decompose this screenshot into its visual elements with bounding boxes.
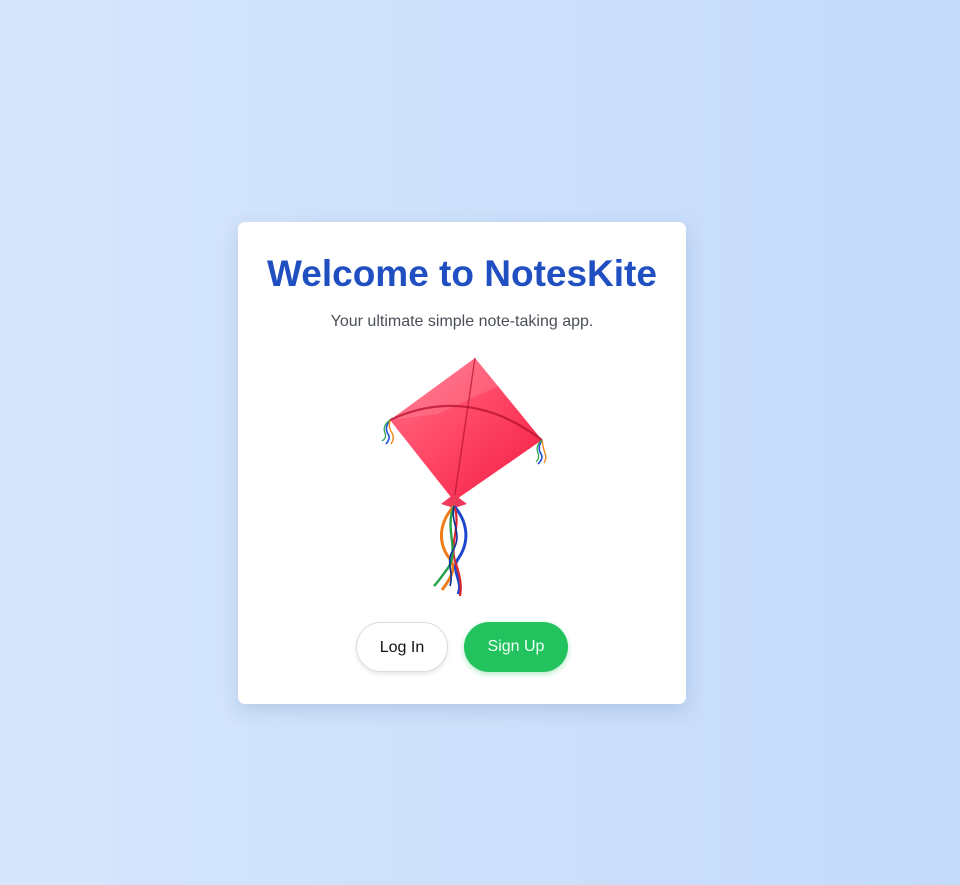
welcome-card: Welcome to NotesKite Your ultimate simpl… [238, 222, 686, 704]
page-title: Welcome to NotesKite [267, 253, 657, 294]
kite-icon [378, 354, 548, 602]
page-subtitle: Your ultimate simple note-taking app. [330, 313, 594, 330]
auth-actions: Log In Sign Up [238, 622, 686, 672]
login-button[interactable]: Log In [356, 622, 448, 672]
signup-button[interactable]: Sign Up [464, 622, 568, 672]
